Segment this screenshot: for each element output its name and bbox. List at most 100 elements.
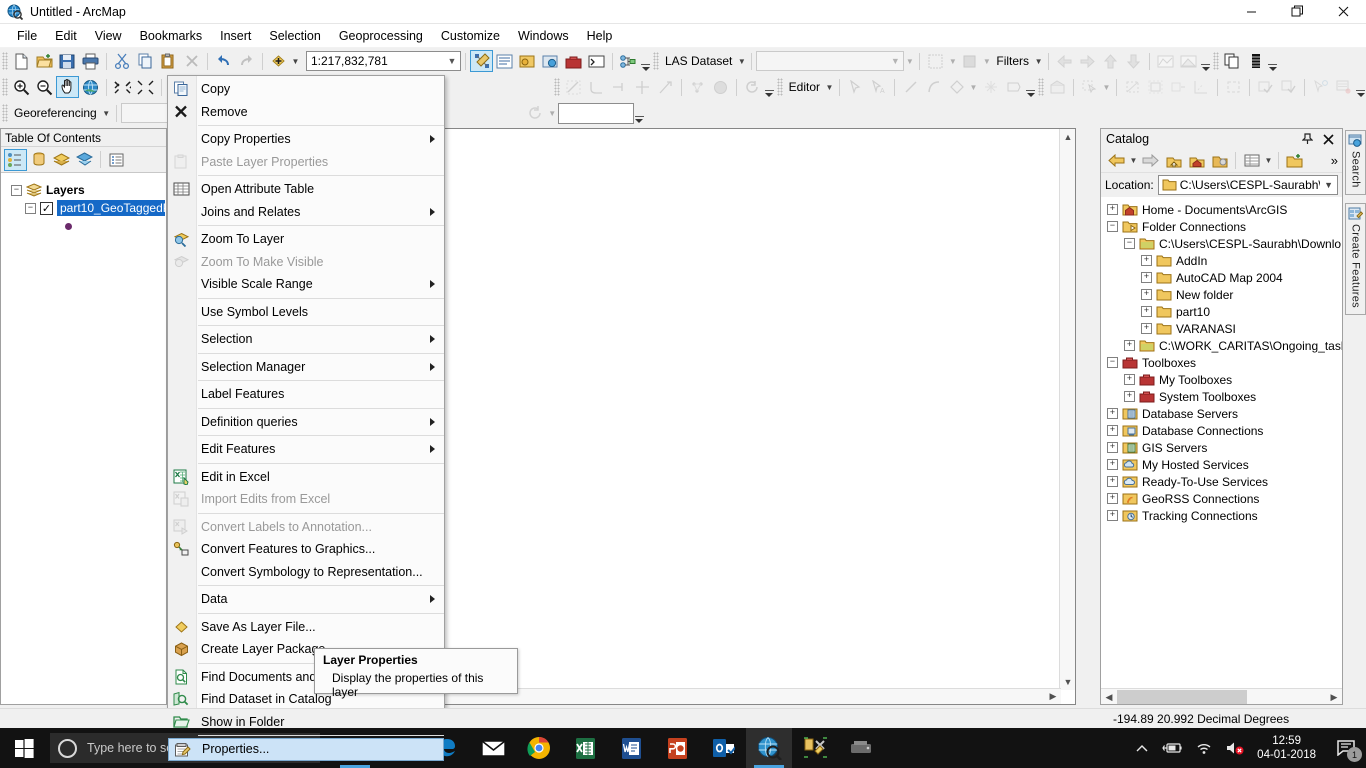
catalog-tree-item[interactable]: + My Hosted Services — [1107, 456, 1342, 473]
undo-button[interactable] — [212, 50, 235, 72]
context-menu-item-definition-queries[interactable]: Definition queries — [168, 411, 444, 434]
context-menu-item-selection[interactable]: Selection — [168, 328, 444, 351]
rotate-angle-input[interactable] — [557, 102, 634, 124]
forward-icon[interactable] — [1139, 150, 1162, 172]
toolbar-grip-icon[interactable] — [2, 104, 8, 122]
list-by-drawing-order-icon[interactable] — [4, 148, 27, 171]
context-menu-item-use-symbol-levels[interactable]: Use Symbol Levels — [168, 301, 444, 324]
zoom-in-button[interactable] — [10, 76, 33, 98]
expand-expander-icon[interactable]: + — [1124, 374, 1135, 385]
search-window-button[interactable] — [539, 50, 562, 72]
scroll-left-icon[interactable]: ◀ — [1101, 689, 1117, 705]
toolbar-grip-icon[interactable] — [653, 52, 659, 70]
context-menu-item-open-attribute-table[interactable]: Open Attribute Table — [168, 178, 444, 201]
toolbar-overflow-button[interactable] — [1025, 76, 1036, 98]
arccatalog-icon[interactable] — [792, 728, 838, 768]
expand-expander-icon[interactable]: + — [1107, 476, 1118, 487]
arcmap-icon[interactable] — [746, 728, 792, 768]
show-hidden-icons-icon[interactable] — [1129, 744, 1155, 753]
mail-icon[interactable] — [470, 728, 516, 768]
catalog-tree-item[interactable]: + GIS Servers — [1107, 439, 1342, 456]
save-button[interactable] — [56, 50, 79, 72]
toolbar-overflow-button[interactable] — [634, 102, 645, 124]
catalog-tree-item[interactable]: − Folder Connections — [1107, 218, 1342, 235]
toc-layer-symbol[interactable] — [7, 217, 166, 235]
expand-expander-icon[interactable]: + — [1124, 391, 1135, 402]
expand-expander-icon[interactable]: + — [1107, 493, 1118, 504]
collapse-expander-icon[interactable]: − — [1107, 357, 1118, 368]
chevron-down-icon[interactable]: ▼ — [444, 56, 460, 66]
expand-expander-icon[interactable]: + — [1107, 510, 1118, 521]
editor-toolbar-toggle[interactable] — [470, 50, 493, 72]
editor-dropdown-icon[interactable]: ▼ — [824, 76, 835, 98]
zoom-out-button[interactable] — [33, 76, 56, 98]
volume-muted-icon[interactable] — [1219, 741, 1251, 755]
side-tab-search[interactable]: Search — [1345, 130, 1366, 195]
catalog-tree-item[interactable]: − Toolboxes — [1107, 354, 1342, 371]
collapse-expander-icon[interactable]: − — [11, 184, 22, 196]
catalog-tree[interactable]: + Home - Documents\ArcGIS − Folder Connecti… — [1101, 197, 1342, 677]
list-by-selection-icon[interactable] — [73, 149, 96, 171]
menu-geoprocessing[interactable]: Geoprocessing — [330, 26, 432, 46]
catalog-tree-item[interactable]: + My Toolboxes — [1107, 371, 1342, 388]
map-scale-combo[interactable]: 1:217,832,781 ▼ — [306, 51, 461, 71]
close-icon[interactable] — [1319, 133, 1338, 145]
filters-label[interactable]: Filters — [992, 54, 1033, 68]
up-one-level-icon[interactable] — [1162, 150, 1185, 172]
wifi-icon[interactable] — [1189, 742, 1219, 755]
las-dataset-dropdown-icon[interactable]: ▼ — [736, 50, 747, 72]
toolbar-grip-icon[interactable] — [2, 52, 8, 70]
context-menu-item-copy-properties[interactable]: Copy Properties — [168, 128, 444, 151]
context-menu-item-visible-scale-range[interactable]: Visible Scale Range — [168, 273, 444, 296]
full-extent-button[interactable] — [79, 76, 102, 98]
toolbar-overflow-button[interactable] — [640, 50, 651, 72]
add-data-dropdown-icon[interactable]: ▼ — [290, 50, 301, 72]
add-data-button[interactable] — [267, 50, 290, 72]
new-folder-connection-icon[interactable] — [1283, 150, 1306, 172]
menu-help[interactable]: Help — [578, 26, 622, 46]
context-menu-item-convert-symbology-to-representation[interactable]: Convert Symbology to Representation... — [168, 561, 444, 584]
menu-file[interactable]: File — [8, 26, 46, 46]
menu-selection[interactable]: Selection — [260, 26, 329, 46]
map-vertical-scrollbar[interactable]: ▲ ▼ — [1059, 129, 1075, 690]
pin-icon[interactable] — [1296, 133, 1319, 145]
context-menu-item-show-in-folder[interactable]: Show in Folder — [168, 711, 444, 734]
scroll-up-icon[interactable]: ▲ — [1060, 129, 1076, 145]
toolbar-overflow-button[interactable] — [1355, 76, 1366, 98]
contents-dropdown-icon[interactable]: ▼ — [1263, 150, 1274, 172]
catalog-tree-item[interactable]: + GeoRSS Connections — [1107, 490, 1342, 507]
expand-expander-icon[interactable]: + — [1107, 442, 1118, 453]
catalog-tree-item[interactable]: + Tracking Connections — [1107, 507, 1342, 524]
toolbar-grip-icon[interactable] — [1038, 78, 1044, 96]
toolbar-overflow-button[interactable] — [1267, 50, 1278, 72]
expand-expander-icon[interactable]: + — [1107, 408, 1118, 419]
expand-expander-icon[interactable]: + — [1141, 272, 1152, 283]
catalog-tree-item[interactable]: + VARANASI — [1107, 320, 1342, 337]
scroll-right-icon[interactable]: ▶ — [1045, 688, 1061, 704]
back-icon[interactable] — [1105, 150, 1128, 172]
catalog-tree-item[interactable]: + AutoCAD Map 2004 — [1107, 269, 1342, 286]
layer-visibility-checkbox[interactable]: ✓ — [40, 201, 53, 215]
menu-customize[interactable]: Customize — [432, 26, 509, 46]
fixed-zoom-in-button[interactable] — [111, 76, 134, 98]
collapse-expander-icon[interactable]: − — [25, 202, 36, 214]
context-menu-item-selection-manager[interactable]: Selection Manager — [168, 356, 444, 379]
catalog-overflow-icon[interactable]: » — [1331, 153, 1342, 168]
toolbar-grip-icon[interactable] — [1213, 52, 1220, 70]
context-menu-item-save-as-layer-file[interactable]: Save As Layer File... — [168, 616, 444, 639]
context-menu-item-edit-in-excel[interactable]: Edit in Excel — [168, 466, 444, 489]
toolbar-overflow-button[interactable] — [764, 76, 775, 98]
las-dataset-label[interactable]: LAS Dataset — [661, 54, 736, 68]
back-dropdown-icon[interactable]: ▼ — [1128, 150, 1139, 172]
toolbar-grip-icon[interactable] — [776, 78, 783, 96]
chevron-down-icon[interactable]: ▼ — [887, 56, 903, 66]
catalog-window-button[interactable] — [516, 50, 539, 72]
context-menu-item-edit-features[interactable]: Edit Features — [168, 438, 444, 461]
menu-view[interactable]: View — [86, 26, 131, 46]
scanner-icon[interactable] — [838, 728, 884, 768]
catalog-tree-item[interactable]: + part10 — [1107, 303, 1342, 320]
context-menu-item-copy[interactable]: Copy — [168, 78, 444, 101]
expand-expander-icon[interactable]: + — [1124, 340, 1135, 351]
catalog-tree-item[interactable]: + AddIn — [1107, 252, 1342, 269]
python-window-button[interactable] — [585, 50, 608, 72]
